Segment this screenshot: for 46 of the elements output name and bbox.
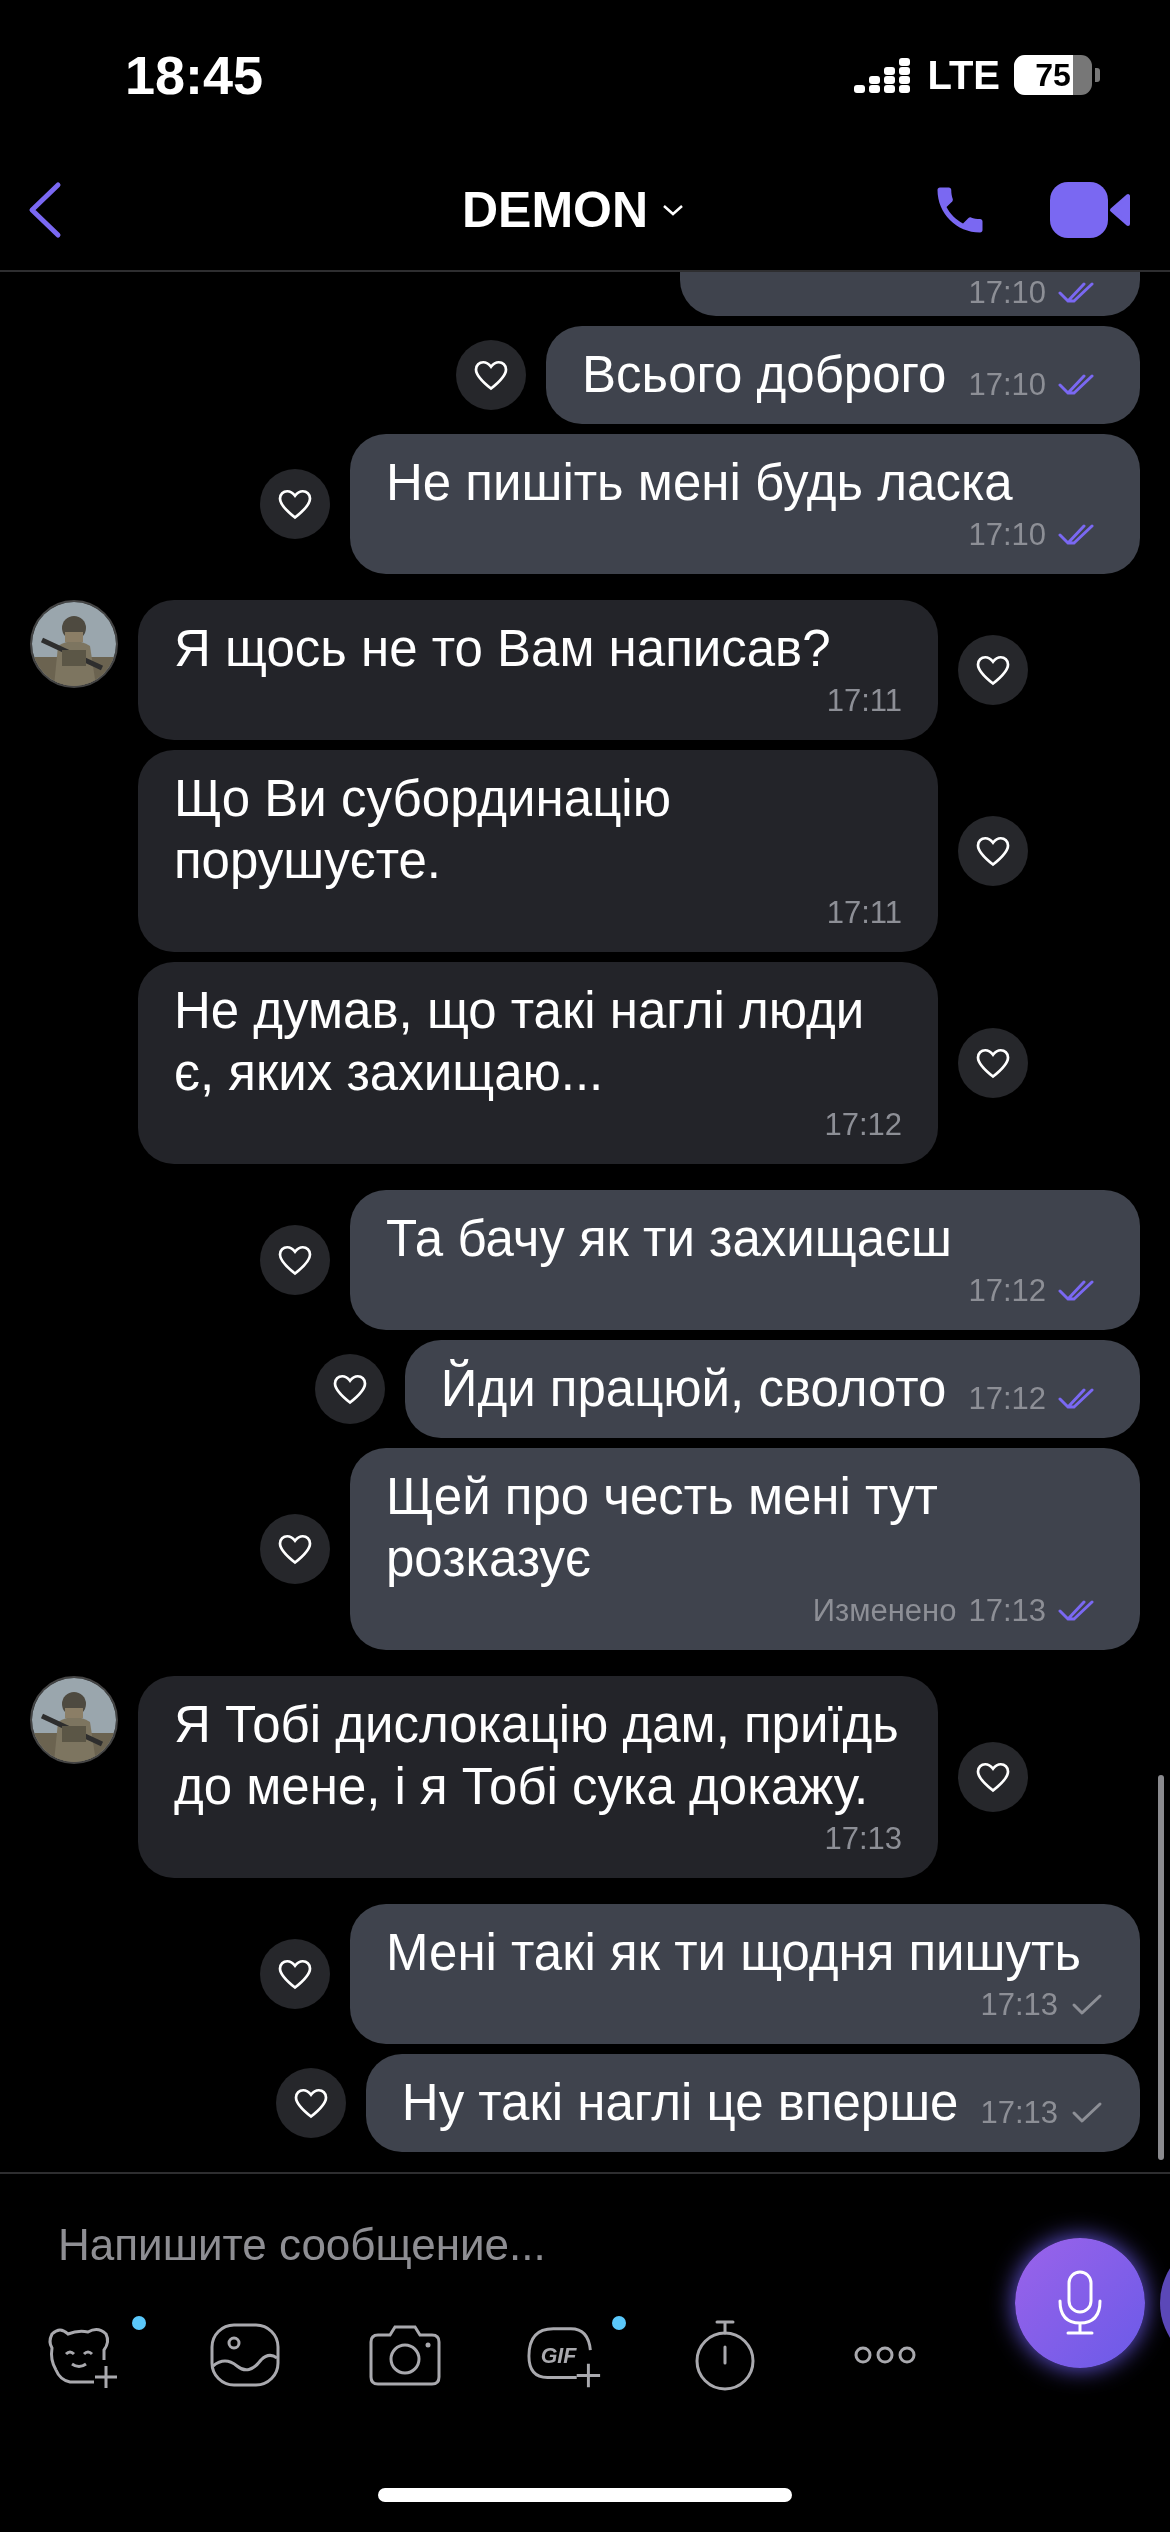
- heart-icon: [975, 835, 1011, 867]
- network-label: LTE: [927, 52, 1000, 98]
- message-text: Щей про честь мені тут розказує: [386, 1467, 939, 1589]
- message-time: 17:10: [968, 517, 1046, 553]
- heart-icon: [277, 488, 313, 520]
- heart-icon: [277, 1958, 313, 1990]
- video-camera-icon[interactable]: [1050, 182, 1130, 238]
- message-time: 17:11: [826, 683, 902, 719]
- message-text: Я Тобі дислокацію дам, приїдь до мене, і я Тобі сука докажу.: [174, 1695, 900, 1817]
- gallery-icon: [209, 2322, 281, 2388]
- heart-icon: [331, 1373, 368, 1405]
- message-text: Всього доброго: [582, 345, 947, 405]
- heart-icon: [975, 654, 1011, 686]
- message-text: Ну такі наглі це вперше: [401, 2073, 959, 2133]
- microphone-button[interactable]: [1015, 2238, 1145, 2368]
- camera-icon: [368, 2323, 442, 2387]
- message-input[interactable]: Напишите сообщение...: [56, 2204, 880, 2286]
- edited-label: Изменено: [812, 1593, 957, 1629]
- message-time: 17:13: [968, 1593, 1046, 1629]
- message-time: 17:11: [826, 895, 902, 931]
- heart-icon: [975, 1047, 1011, 1079]
- message-time: 17:13: [980, 1987, 1058, 2023]
- message-time: 17:12: [824, 1107, 902, 1143]
- message-time: 17:12: [968, 1381, 1046, 1417]
- heart-icon: [277, 1244, 313, 1276]
- heart-icon: [292, 2087, 329, 2119]
- message-time: 17:13: [824, 1821, 902, 1857]
- message-time: 17:12: [968, 1273, 1046, 1309]
- timer-icon: [693, 2319, 757, 2391]
- heart-icon: [473, 359, 510, 391]
- message-text: Що Ви субординацію порушуєте.: [174, 769, 672, 891]
- message-text: Мені такі як ти щодня пишуть: [386, 1923, 1082, 1983]
- message-time: 17:13: [980, 2095, 1058, 2131]
- more-icon: [853, 2345, 917, 2365]
- status-time: 18:45: [125, 44, 264, 106]
- message-text: Та бачу як ти захищаєш: [386, 1209, 954, 1269]
- message-text: Я щось не то Вам написав?: [174, 619, 832, 679]
- chat-title[interactable]: DEMON: [461, 181, 649, 239]
- message-time: 17:10: [968, 275, 1046, 311]
- message-time: 17:10: [968, 367, 1046, 403]
- heart-icon: [975, 1761, 1011, 1793]
- heart-icon: [277, 1533, 313, 1565]
- chevron-down-icon[interactable]: [662, 203, 685, 217]
- message-text: Не пишіть мені будь ласка: [386, 453, 1014, 513]
- message-text: Йди працюй, сволото: [440, 1358, 947, 1419]
- message-text: Не думав, що такі наглі люди є, яких захищаю...: [174, 981, 866, 1103]
